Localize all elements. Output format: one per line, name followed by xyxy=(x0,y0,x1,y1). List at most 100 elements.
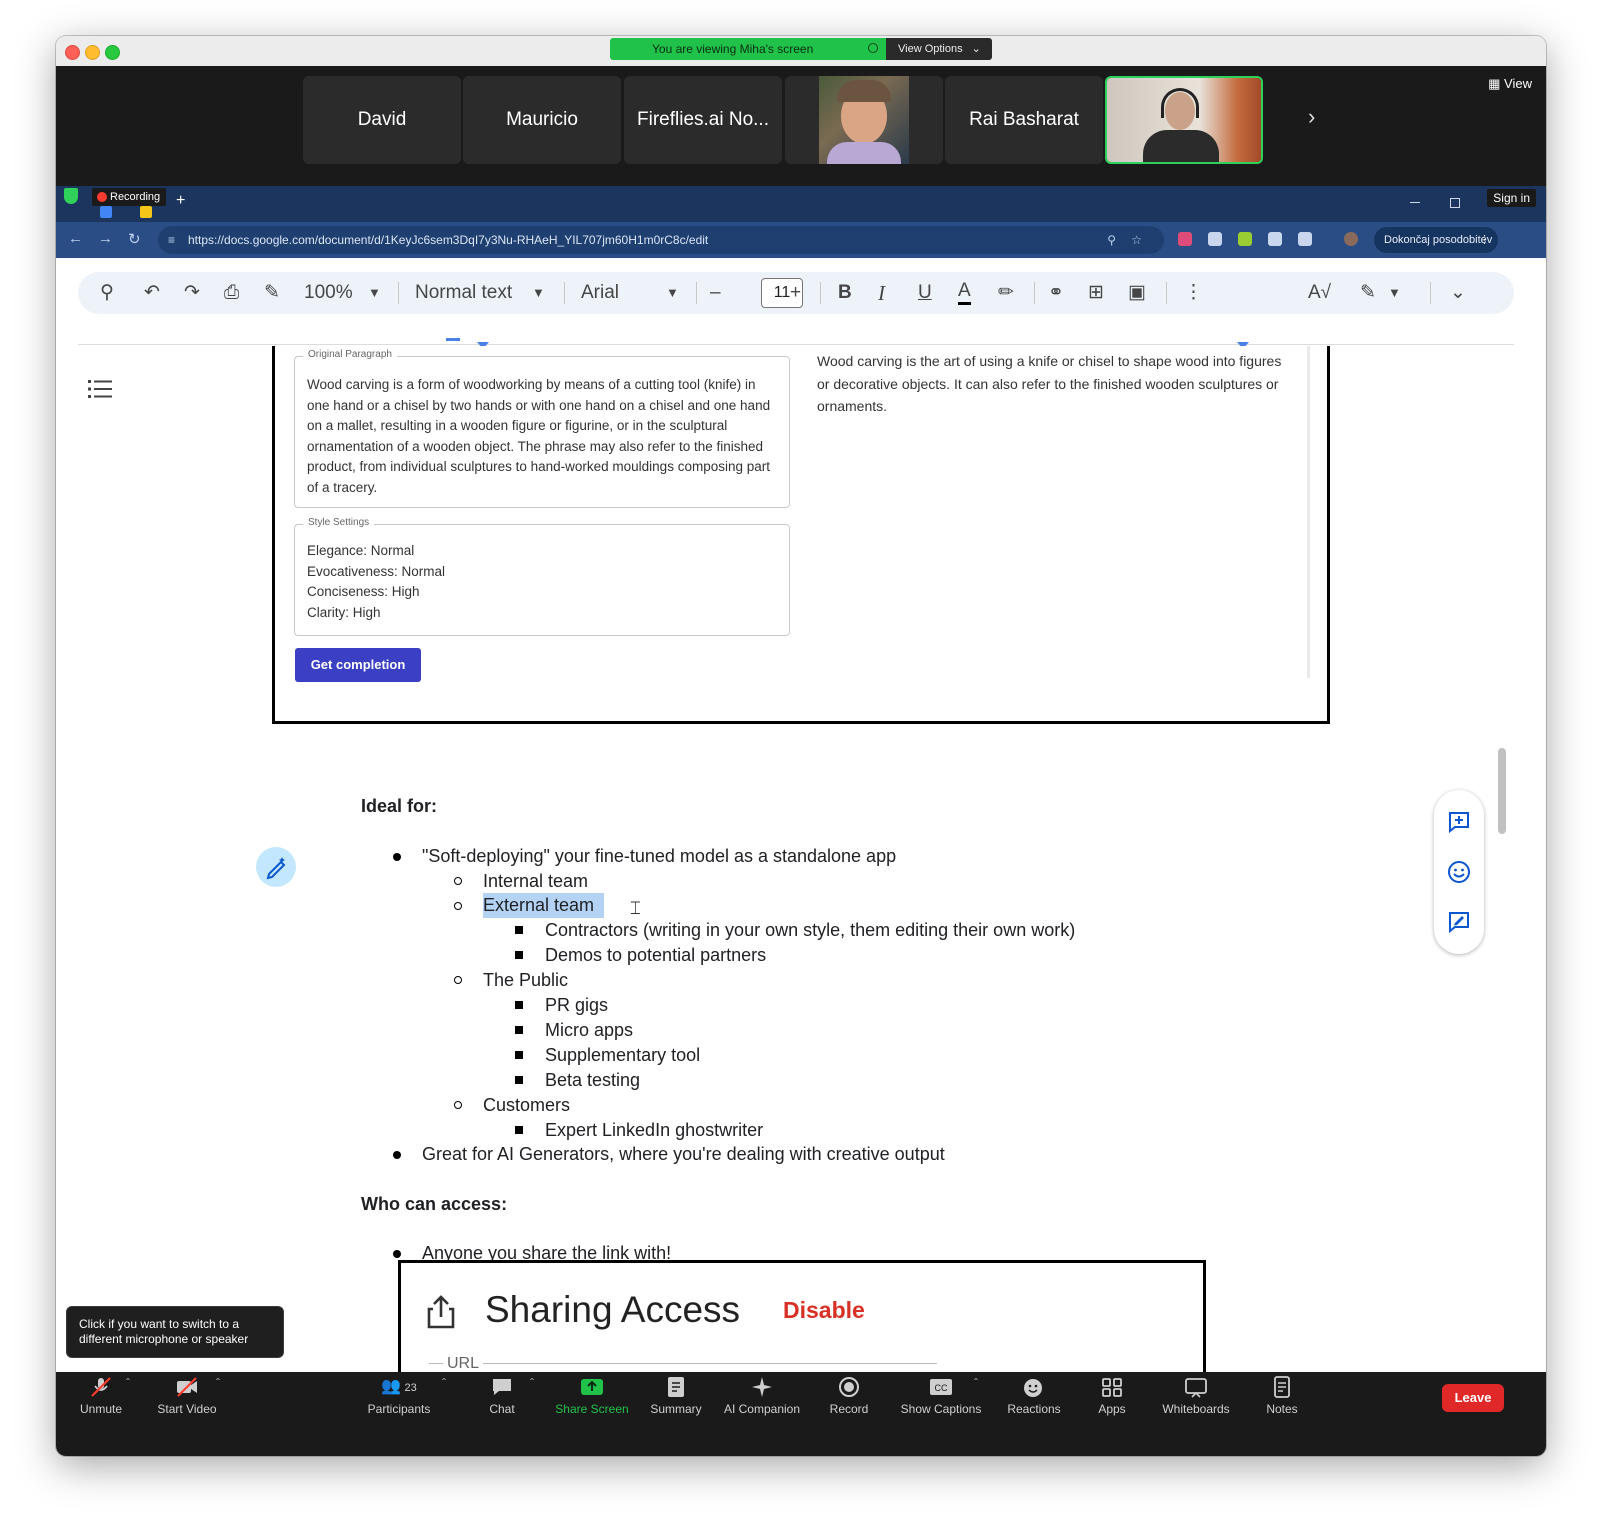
apps-button[interactable]: Apps xyxy=(1094,1376,1130,1416)
underline-icon[interactable]: U xyxy=(918,280,932,306)
bullet xyxy=(515,1126,523,1134)
document-outline-icon[interactable] xyxy=(88,378,112,400)
sign-in-button[interactable]: Sign in xyxy=(1487,189,1536,207)
extension-icon[interactable] xyxy=(1238,232,1252,246)
participant-tile-active-speaker[interactable] xyxy=(1105,76,1263,164)
reload-icon[interactable]: ↻ xyxy=(128,230,141,248)
extension-icon[interactable] xyxy=(1268,232,1282,246)
increase-font-size-icon[interactable]: + xyxy=(790,280,801,306)
link-icon[interactable]: ⚭ xyxy=(1048,280,1064,306)
whiteboards-button[interactable]: Whiteboards xyxy=(1158,1376,1234,1416)
more-options-icon[interactable]: ⋮ xyxy=(1184,280,1203,306)
decrease-font-size-icon[interactable]: – xyxy=(710,280,721,306)
summary-button[interactable]: Summary xyxy=(646,1376,706,1416)
chat-options-icon[interactable]: ˆ xyxy=(530,1376,534,1390)
text-color-icon[interactable]: A xyxy=(958,280,971,305)
docs-tab-icon[interactable] xyxy=(100,206,112,218)
notes-button[interactable]: Notes xyxy=(1262,1376,1302,1416)
caret-down-icon[interactable]: ▼ xyxy=(1388,280,1401,306)
zoom-icon[interactable]: ⚲ xyxy=(1107,226,1116,254)
participant-tile-mauricio[interactable]: Mauricio xyxy=(463,76,621,164)
bullet xyxy=(454,877,462,885)
participant-tile-fireflies[interactable]: Fireflies.ai No... xyxy=(624,76,782,164)
list-item: Supplementary tool xyxy=(545,1045,701,1065)
participant-shirt xyxy=(1143,130,1219,162)
site-settings-icon[interactable]: ≡ xyxy=(168,226,175,254)
url-input[interactable]: ≡ https://docs.google.com/document/d/1Ke… xyxy=(158,226,1164,254)
participant-tile-rai[interactable]: Rai Basharat xyxy=(945,76,1103,164)
ruler-line xyxy=(78,344,1514,345)
print-icon[interactable]: ⎙ xyxy=(224,280,239,306)
leave-meeting-button[interactable]: Leave xyxy=(1442,1384,1504,1412)
list-item: Demos to potential partners xyxy=(545,945,767,965)
toolbar-divider xyxy=(696,282,697,304)
minimize-window-button[interactable] xyxy=(85,45,100,60)
italic-icon[interactable]: I xyxy=(878,280,885,306)
view-options-button[interactable]: View Options ⌄ xyxy=(886,38,992,60)
bookmark-star-icon[interactable]: ☆ xyxy=(1131,226,1142,254)
new-tab-button[interactable]: + xyxy=(176,192,185,210)
avatar[interactable] xyxy=(1344,232,1358,246)
bold-icon[interactable]: B xyxy=(838,280,852,306)
undo-icon[interactable]: ↶ xyxy=(144,280,160,306)
page-scrollbar[interactable] xyxy=(1498,748,1506,834)
bullet xyxy=(393,853,401,861)
highlight-icon[interactable]: ✏ xyxy=(998,280,1014,306)
suggest-edit-icon[interactable] xyxy=(1447,910,1471,934)
collapse-toolbar-icon[interactable]: ⌄ xyxy=(1450,280,1466,306)
video-options-icon[interactable]: ˆ xyxy=(216,1376,220,1390)
spellcheck-icon[interactable]: A√ xyxy=(1308,280,1331,306)
search-menus-icon[interactable]: ⚲ xyxy=(100,280,114,306)
participants-button[interactable]: 👥 23 Participants xyxy=(364,1376,434,1416)
bullet xyxy=(393,1250,401,1258)
finish-update-button[interactable]: Dokončaj posodobitev ⋮ xyxy=(1374,227,1498,253)
back-icon[interactable]: ← xyxy=(68,230,83,247)
redo-icon[interactable]: ↷ xyxy=(184,280,200,306)
zoom-select[interactable]: 100% xyxy=(304,281,353,305)
puzzle-icon[interactable] xyxy=(1298,232,1312,246)
audio-options-icon[interactable]: ˆ xyxy=(126,1376,130,1390)
captions-options-icon[interactable]: ˆ xyxy=(974,1376,978,1390)
caret-down-icon[interactable]: ▼ xyxy=(666,280,679,306)
muted-microphone-icon xyxy=(91,1377,111,1397)
edit-with-ai-button[interactable] xyxy=(256,847,296,887)
add-comment-icon[interactable] xyxy=(1447,810,1471,834)
participants-options-icon[interactable]: ˆ xyxy=(442,1376,446,1390)
minimize-icon[interactable] xyxy=(1410,202,1420,203)
show-captions-button[interactable]: CC Show Captions xyxy=(898,1376,984,1416)
reactions-button[interactable]: Reactions xyxy=(1002,1376,1066,1416)
participant-strip: David Mauricio Fireflies.ai No... Rai Ba… xyxy=(56,66,1546,186)
gallery-view-button[interactable]: ▦ View xyxy=(1488,76,1532,92)
caret-down-icon[interactable]: ▼ xyxy=(368,280,381,306)
tab-favicon[interactable] xyxy=(140,206,152,218)
close-window-button[interactable] xyxy=(65,45,80,60)
record-button[interactable]: Record xyxy=(826,1376,872,1416)
paint-format-icon[interactable]: ✎ xyxy=(264,280,280,306)
font-select[interactable]: Arial xyxy=(581,281,619,305)
share-screen-button[interactable]: Share Screen xyxy=(552,1376,632,1416)
first-line-indent-handle[interactable] xyxy=(446,338,460,341)
start-video-button[interactable]: Start Video xyxy=(152,1376,222,1416)
participant-tile-video-1[interactable] xyxy=(785,76,943,164)
chevron-right-icon[interactable]: › xyxy=(1308,104,1315,130)
caret-down-icon[interactable]: ▼ xyxy=(532,280,545,306)
extension-icon[interactable] xyxy=(1178,232,1192,246)
add-comment-icon[interactable]: ⊞ xyxy=(1088,280,1104,306)
participant-tile-david[interactable]: David xyxy=(303,76,461,164)
maximize-window-button[interactable] xyxy=(105,45,120,60)
forward-icon[interactable]: → xyxy=(98,230,113,247)
toolbar-divider xyxy=(1430,282,1431,304)
restore-icon[interactable] xyxy=(1450,198,1460,208)
list-item: Contractors (writing in your own style, … xyxy=(545,920,1076,940)
emoji-reaction-icon[interactable] xyxy=(1447,860,1471,884)
list-item: The Public xyxy=(483,970,569,990)
insert-image-icon[interactable]: ▣ xyxy=(1128,280,1146,306)
ai-companion-button[interactable]: AI Companion xyxy=(720,1376,804,1416)
text-style-select[interactable]: Normal text xyxy=(415,281,512,305)
extension-icon[interactable] xyxy=(1208,232,1222,246)
unmute-button[interactable]: Unmute xyxy=(76,1376,126,1416)
svg-text:CC: CC xyxy=(935,1383,948,1393)
editing-mode-icon[interactable]: ✎ xyxy=(1360,280,1376,306)
chat-button[interactable]: Chat xyxy=(484,1376,520,1416)
style-settings-box: Style Settings Elegance: Normal Evocativ… xyxy=(294,517,790,636)
